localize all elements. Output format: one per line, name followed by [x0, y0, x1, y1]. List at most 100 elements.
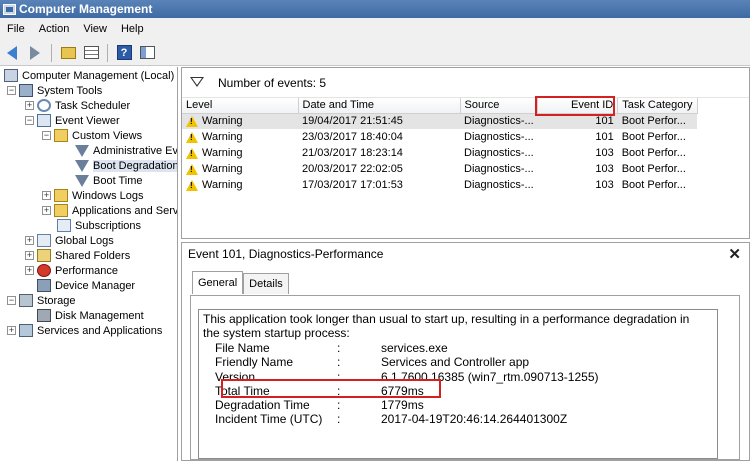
title-bar: Computer Management [0, 0, 750, 18]
tab-general[interactable]: General [192, 271, 244, 294]
level-cell: Warning [182, 145, 298, 161]
tree-item-boot-degradation[interactable]: Boot Degradation [75, 158, 177, 173]
table-row[interactable]: Warning 23/03/2017 18:40:04 Diagnostics-… [182, 129, 697, 145]
tree-item-boot-time[interactable]: Boot Time [75, 173, 143, 188]
table-header-row: Level Date and Time Source Event ID Task… [182, 98, 698, 114]
table-row[interactable]: Warning 21/03/2017 18:23:14 Diagnostics-… [182, 145, 697, 161]
clock-icon [37, 99, 51, 112]
expand-toggle[interactable]: + [42, 206, 51, 215]
datetime-cell: 17/03/2017 17:01:53 [302, 179, 403, 191]
tree-item-task-scheduler[interactable]: + Task Scheduler [25, 98, 130, 113]
disk-icon [37, 309, 51, 322]
collapse-toggle[interactable]: − [7, 296, 16, 305]
up-folder-icon [60, 46, 76, 59]
expand-toggle[interactable]: + [25, 236, 34, 245]
event-detail-title: Event 101, Diagnostics-Performance [188, 247, 384, 261]
source-cell: Diagnostics-... [464, 179, 534, 191]
detail-tabs: General Details [192, 271, 289, 294]
field-separator: : [337, 412, 341, 427]
menu-view[interactable]: View [76, 23, 114, 35]
tree-item-global-logs[interactable]: + Global Logs [25, 233, 114, 248]
menu-file[interactable]: File [0, 23, 32, 35]
field-key: Friendly Name [215, 355, 294, 370]
category-cell: Boot Perfor... [617, 113, 698, 129]
source-cell: Diagnostics-... [464, 147, 534, 159]
field-separator: : [337, 355, 341, 370]
tree-item-computer-management[interactable]: Computer Management (Local) [4, 68, 174, 83]
action-pane-button[interactable] [137, 43, 157, 63]
up-one-level-button[interactable] [58, 43, 78, 63]
folder-icon [54, 129, 68, 142]
expand-toggle[interactable]: + [7, 326, 16, 335]
source-cell: Diagnostics-... [464, 163, 534, 175]
category-cell: Boot Perfor... [621, 147, 686, 159]
category-cell: Boot Perfor... [621, 163, 686, 175]
table-row[interactable]: Warning 17/03/2017 17:01:53 Diagnostics-… [182, 177, 697, 193]
tree-item-label: Custom Views [72, 129, 143, 142]
tree-item-label: Services and Applications [37, 324, 163, 337]
menu-action[interactable]: Action [32, 23, 77, 35]
events-header: Number of events: 5 [182, 68, 749, 98]
field-row-friendly-name: Friendly Name: Services and Controller ap… [215, 355, 599, 369]
column-header-level[interactable]: Level [182, 98, 299, 114]
event-id-cell: 101 [595, 131, 614, 143]
tree-item-services-and-applications[interactable]: + Services and Applications [7, 323, 162, 338]
tree-item-shared-folders[interactable]: + Shared Folders [25, 248, 130, 263]
tree-item-label: System Tools [37, 84, 103, 97]
forward-button[interactable] [25, 43, 45, 63]
tree-item-administrative-events[interactable]: Administrative Eve [75, 143, 177, 158]
table-row[interactable]: Warning 20/03/2017 22:02:05 Diagnostics-… [182, 161, 697, 177]
tree-item-disk-management[interactable]: Disk Management [37, 308, 144, 323]
column-header-task-category[interactable]: Task Category [617, 98, 698, 114]
collapse-toggle[interactable]: − [7, 86, 16, 95]
category-cell: Boot Perfor... [621, 179, 686, 191]
filter-icon [75, 159, 89, 172]
help-button[interactable]: ? [114, 43, 134, 63]
filter-icon[interactable] [190, 76, 204, 89]
datetime-cell: 23/03/2017 18:40:04 [302, 131, 403, 143]
tree-item-applications-and-services-logs[interactable]: + Applications and Servi [42, 203, 178, 218]
services-icon [19, 324, 33, 337]
warning-icon [186, 163, 198, 175]
tree-item-system-tools[interactable]: − System Tools [7, 83, 102, 98]
performance-icon [37, 264, 51, 277]
tree-item-label: Computer Management (Local) [22, 69, 175, 82]
column-header-date-time[interactable]: Date and Time [298, 98, 461, 114]
show-hide-tree-button[interactable] [81, 43, 101, 63]
expand-toggle[interactable]: + [25, 266, 34, 275]
event-id-cell: 103 [595, 147, 614, 159]
collapse-toggle[interactable]: − [42, 131, 51, 140]
menu-help[interactable]: Help [114, 23, 151, 35]
computer-icon [4, 69, 18, 82]
table-row[interactable]: Warning 19/04/2017 21:51:45 Diagnostics-… [182, 113, 698, 129]
category-cell: Boot Perfor... [621, 131, 686, 143]
collapse-toggle[interactable]: − [25, 116, 34, 125]
system-tools-icon [19, 84, 33, 97]
events-pane: Number of events: 5 Level Date and Time … [181, 67, 750, 239]
tree-item-storage[interactable]: − Storage [7, 293, 76, 308]
field-value: Services and Controller app [381, 355, 530, 370]
total-time-highlight-box [221, 379, 441, 398]
tree-item-performance[interactable]: + Performance [25, 263, 118, 278]
device-manager-icon [37, 279, 51, 292]
tree-item-custom-views[interactable]: − Custom Views [42, 128, 142, 143]
tree-item-subscriptions[interactable]: Subscriptions [57, 218, 141, 233]
tab-details[interactable]: Details [243, 273, 289, 294]
column-header-source[interactable]: Source [460, 98, 539, 114]
expand-toggle[interactable]: + [25, 101, 34, 110]
close-icon[interactable]: ✕ [728, 245, 741, 263]
expand-toggle[interactable]: + [42, 191, 51, 200]
tree-item-label: Applications and Servi [72, 204, 178, 217]
field-row-file-name: File Name: services.exe [215, 341, 599, 355]
tree-item-windows-logs[interactable]: + Windows Logs [42, 188, 144, 203]
back-button[interactable] [2, 43, 22, 63]
tree-item-device-manager[interactable]: Device Manager [37, 278, 135, 293]
warning-icon [186, 115, 198, 127]
expand-toggle[interactable]: + [25, 251, 34, 260]
level-cell: Warning [182, 161, 298, 177]
tree-item-event-viewer[interactable]: − Event Viewer [25, 113, 120, 128]
event-id-cell: 103 [595, 163, 614, 175]
source-cell: Diagnostics-... [460, 113, 538, 129]
event-viewer-icon [37, 114, 51, 127]
field-row-incident-time: Incident Time (UTC): 2017-04-19T20:46:14.… [215, 412, 599, 426]
